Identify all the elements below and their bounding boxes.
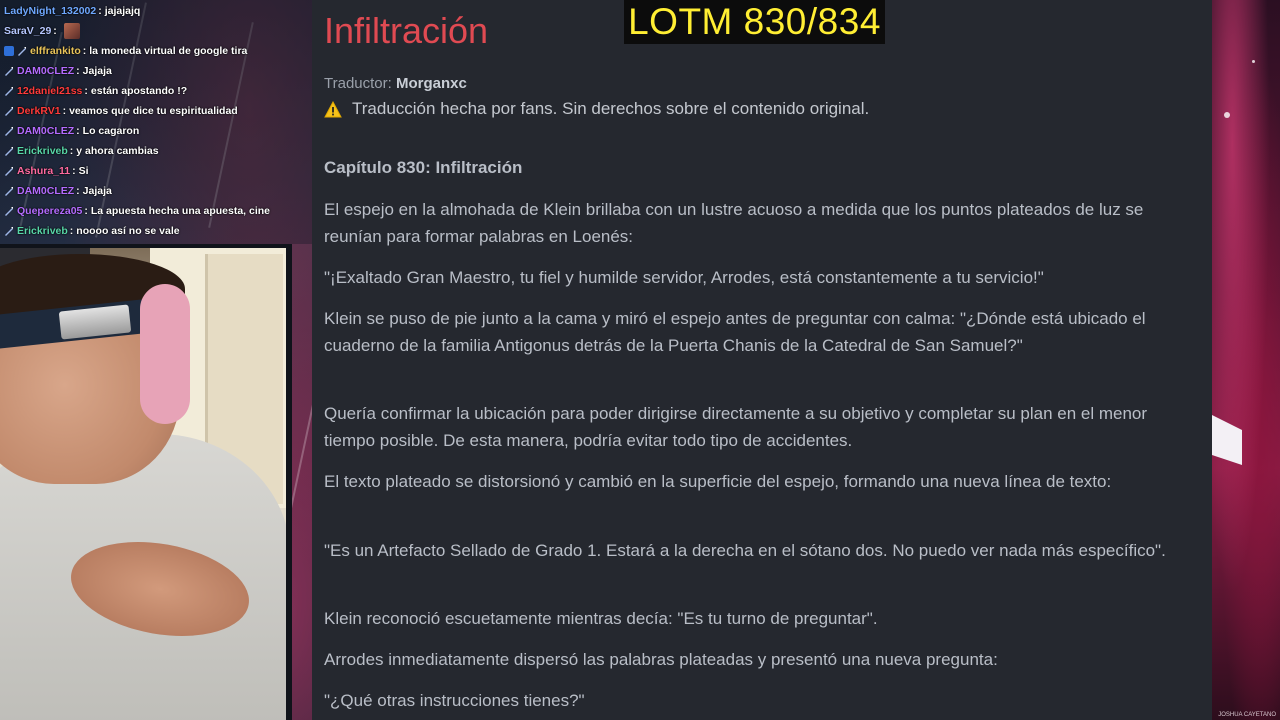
chat-username: Ashura_11 (17, 165, 71, 177)
chat-text: Lo cagaron (82, 125, 140, 137)
sub-badge-icon (4, 206, 14, 216)
sub-badge-icon (4, 166, 14, 176)
chapter-counter-overlay: LOTM 830/834 (624, 0, 885, 44)
chat-text: Jajaja (82, 185, 112, 197)
stream-chat: LadyNight_132002 : jajajajq SaraV_29 : e… (0, 0, 312, 244)
chat-message: Quepereza05 : La apuesta hecha una apues… (4, 201, 309, 221)
chat-text: jajajajq (104, 5, 141, 17)
art-window-pane (1212, 415, 1242, 465)
chat-separator: : (76, 185, 80, 197)
chat-separator: : (84, 205, 88, 217)
chat-username: SaraV_29 (4, 25, 52, 37)
chat-separator: : (98, 5, 102, 17)
chat-text: Si (78, 165, 89, 177)
chat-message: DAM0CLEZ : Jajaja (4, 181, 309, 201)
chat-message: SaraV_29 : (4, 21, 309, 41)
chat-username: DAM0CLEZ (17, 125, 75, 137)
webcam-border (286, 244, 292, 720)
art-credit: JOSHUA CAYETANO (1218, 712, 1276, 718)
chat-message: elffrankito : la moneda virtual de googl… (4, 41, 309, 61)
chat-separator: : (53, 25, 57, 37)
chat-text: la moneda virtual de google tira (89, 45, 248, 57)
chat-username: LadyNight_132002 (4, 5, 97, 17)
chat-separator: : (76, 125, 80, 137)
paragraph: Klein reconoció escuetamente mientras de… (324, 609, 878, 628)
sub-badge-icon (4, 146, 14, 156)
right-background-art: JOSHUA CAYETANO (1212, 0, 1280, 720)
chapter-heading: Capítulo 830: Infiltración (324, 158, 523, 177)
chat-username: DAM0CLEZ (17, 65, 75, 77)
chat-message: 12daniel21ss : están apostando !? (4, 81, 309, 101)
chapter-title: Infiltración (324, 10, 489, 51)
sub-badge-icon (4, 106, 14, 116)
chat-username: Erickriveb (17, 225, 68, 237)
chat-username: Quepereza05 (17, 205, 83, 217)
paragraph: El texto plateado se distorsionó y cambi… (324, 472, 1112, 491)
chat-text: y ahora cambias (76, 145, 159, 157)
sub-badge-icon (4, 86, 14, 96)
sub-badge-icon (4, 66, 14, 76)
chat-username: elffrankito (30, 45, 81, 57)
emote-icon (63, 23, 80, 39)
chat-separator: : (82, 45, 87, 57)
webcam-feed (0, 244, 292, 720)
sub-badge-icon (4, 186, 14, 196)
chat-message: DAM0CLEZ : Lo cagaron (4, 121, 309, 141)
article-panel: Infiltración Traductor: Morganxc Traducc… (312, 0, 1212, 720)
chat-separator: : (76, 65, 80, 77)
chat-text: están apostando !? (90, 85, 188, 97)
chat-separator: : (69, 145, 74, 157)
chat-message: DAM0CLEZ : Jajaja (4, 61, 309, 81)
fan-translation-notice: Traducción hecha por fans. Sin derechos … (324, 99, 869, 119)
chat-message: Erickriveb : y ahora cambias (4, 141, 309, 161)
sub-badge-icon (4, 126, 14, 136)
paragraph: "¡Exaltado Gran Maestro, tu fiel y humil… (324, 268, 1044, 287)
translator-credit: Traductor: Morganxc (324, 75, 467, 92)
paragraph: El espejo en la almohada de Klein brilla… (324, 200, 1144, 246)
chat-message: DerkRV1 : veamos que dice tu espirituali… (4, 101, 309, 121)
paragraph: "¿Qué otras instrucciones tienes?" (324, 691, 585, 710)
chat-username: Erickriveb (17, 145, 68, 157)
chat-separator: : (69, 225, 74, 237)
chat-message: Ashura_11 : Si (4, 161, 309, 181)
warning-icon (324, 100, 342, 118)
chat-separator: : (62, 105, 67, 117)
chat-separator: : (72, 165, 76, 177)
chat-text: noooo así no se vale (76, 225, 180, 237)
paragraph: Arrodes inmediatamente dispersó las pala… (324, 650, 998, 669)
translator-label: Traductor: (324, 75, 392, 92)
paragraph: Quería confirmar la ubicación para poder… (324, 404, 1148, 450)
chat-message: Erickriveb : noooo así no se vale (4, 221, 309, 241)
paragraph: Klein se puso de pie junto a la cama y m… (324, 309, 1146, 355)
translator-name[interactable]: Morganxc (396, 75, 467, 92)
sub-badge-icon (4, 226, 14, 236)
paragraph: "Es un Artefacto Sellado de Grado 1. Est… (324, 541, 1166, 560)
art-dot (1224, 112, 1230, 118)
prime-badge-icon (4, 46, 14, 56)
headphone (140, 284, 190, 424)
chat-username: DerkRV1 (17, 105, 61, 117)
art-dot (1252, 60, 1255, 63)
chat-username: DAM0CLEZ (17, 185, 75, 197)
sub-badge-icon (17, 46, 27, 56)
notice-text: Traducción hecha por fans. Sin derechos … (352, 99, 870, 118)
chat-separator: : (84, 85, 88, 97)
chat-text: La apuesta hecha una apuesta, cine (90, 205, 271, 217)
chat-text: Jajaja (82, 65, 112, 77)
chat-text: veamos que dice tu espiritualidad (69, 105, 238, 117)
webcam-border (0, 244, 292, 248)
chat-message: LadyNight_132002 : jajajajq (4, 1, 309, 21)
chat-username: 12daniel21ss (17, 85, 83, 97)
